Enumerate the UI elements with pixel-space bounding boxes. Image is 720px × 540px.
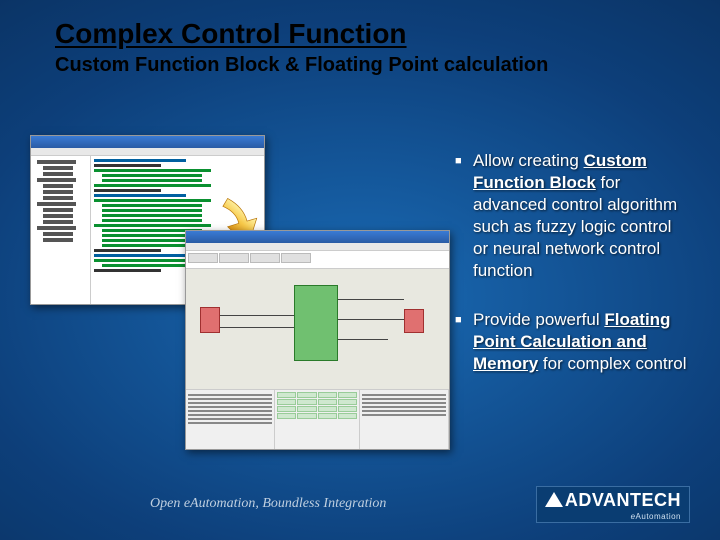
- screenshot-group: [30, 135, 430, 465]
- slide-subtitle: Custom Function Block & Floating Point c…: [55, 54, 690, 77]
- brand-name: ADVANTECH: [565, 490, 681, 511]
- tab-strip: [186, 251, 449, 269]
- project-tree: [31, 156, 91, 304]
- bottom-panels: [186, 389, 449, 449]
- block-function: [294, 285, 338, 361]
- bullet-item: ■ Allow creating Custom Function Block f…: [455, 150, 690, 283]
- bullet-text: Allow creating Custom Function Block for…: [473, 150, 690, 283]
- block-diagram-window: [185, 230, 450, 450]
- slide: Complex Control Function Custom Function…: [0, 0, 720, 540]
- brand-logo: ADVANTECH eAutomation: [536, 486, 690, 523]
- footer: Open eAutomation, Boundless Integration …: [0, 486, 720, 522]
- brand-subline: eAutomation: [545, 512, 681, 521]
- bullet-item: ■ Provide powerful Floating Point Calcul…: [455, 309, 690, 375]
- bullet-marker: ■: [455, 150, 473, 283]
- block-input: [200, 307, 220, 333]
- tagline: Open eAutomation, Boundless Integration: [150, 496, 386, 512]
- bullet-list: ■ Allow creating Custom Function Block f…: [455, 150, 690, 401]
- diagram-canvas: [186, 269, 449, 389]
- bullet-marker: ■: [455, 309, 473, 375]
- bullet-text: Provide powerful Floating Point Calculat…: [473, 309, 690, 375]
- titlebar: [31, 136, 264, 148]
- logo-triangle-icon: [545, 492, 563, 507]
- titlebar: [186, 231, 449, 243]
- menubar: [31, 148, 264, 156]
- slide-title: Complex Control Function: [55, 18, 690, 50]
- title-area: Complex Control Function Custom Function…: [55, 18, 690, 77]
- block-output: [404, 309, 424, 333]
- menubar: [186, 243, 449, 251]
